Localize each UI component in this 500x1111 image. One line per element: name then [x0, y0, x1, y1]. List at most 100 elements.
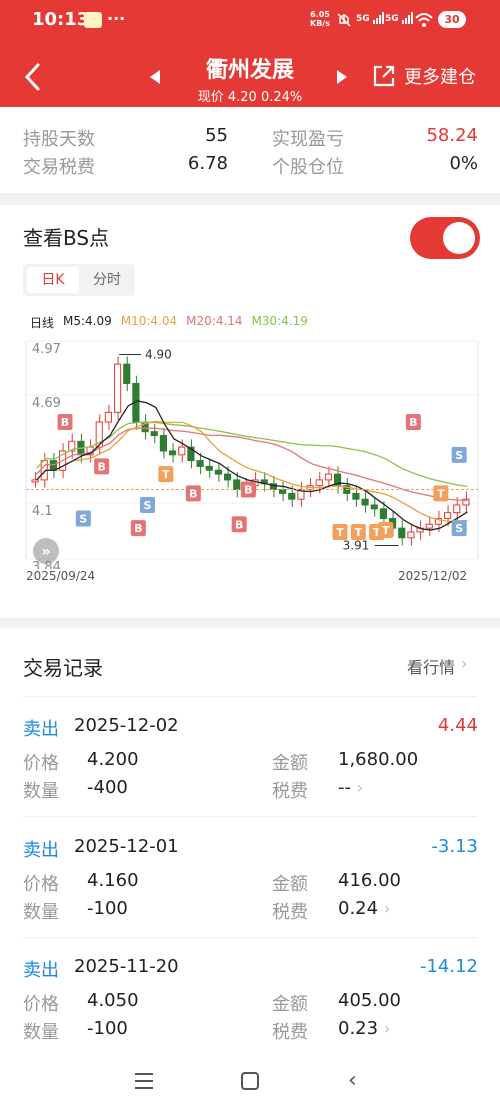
- chart-period-tabs: 日K 分时: [23, 264, 135, 296]
- battery-indicator: 30: [438, 11, 466, 28]
- price-value: 4.200: [87, 749, 139, 770]
- bs-marker-label: T: [162, 468, 170, 481]
- home-icon[interactable]: [241, 1072, 259, 1090]
- candle-body: [233, 479, 241, 491]
- qty-value: -400: [87, 777, 128, 798]
- hold-days-label: 持股天数: [23, 129, 95, 150]
- candle-body: [114, 363, 122, 413]
- bs-points-toggle[interactable]: [410, 217, 480, 259]
- recent-apps-icon[interactable]: [135, 1073, 153, 1094]
- trade-date: 2025-12-02: [74, 715, 179, 736]
- price-label: 价格: [23, 753, 59, 774]
- qty-value: -100: [87, 898, 128, 919]
- trade-date: 2025-11-20: [74, 956, 179, 977]
- bs-marker-label: T: [355, 526, 363, 539]
- fee-amount: --: [338, 777, 351, 798]
- position-ratio-value: 0%: [449, 153, 478, 174]
- bs-marker-label: S: [455, 449, 463, 462]
- y-tick-label: 4.1: [32, 504, 53, 519]
- divider: [23, 696, 477, 697]
- candle-body: [361, 498, 369, 506]
- network-speed-value: 6.05: [310, 10, 330, 19]
- fee-label: 税费: [272, 1022, 308, 1043]
- candle-body: [279, 489, 287, 494]
- candle-body: [224, 473, 232, 481]
- tab-intraday[interactable]: 分时: [81, 267, 133, 293]
- candle-body: [398, 527, 406, 539]
- trade-pnl: -14.12: [419, 956, 478, 977]
- candle-body: [453, 504, 461, 514]
- status-more-icon: ···: [107, 9, 126, 28]
- bs-marker-label: S: [144, 499, 152, 512]
- more-positions-button[interactable]: 更多建仓: [372, 63, 476, 89]
- realized-pnl-label: 实现盈亏: [272, 129, 344, 150]
- bs-marker-label: S: [79, 512, 87, 525]
- candle-body: [370, 504, 378, 510]
- chevron-right-icon: ›: [356, 778, 364, 797]
- candle-body: [178, 446, 186, 456]
- bs-marker-label: B: [189, 487, 197, 500]
- fee-label: 税费: [272, 902, 308, 923]
- legend-line-type: 日线: [30, 316, 55, 330]
- signal-bars-icon: [401, 12, 413, 24]
- trade-pnl: 4.44: [437, 715, 478, 736]
- candle-body: [352, 492, 360, 500]
- app-header: 10:13 ··· 6.05 KB/s 5G 5G 30 衢州发展 现价 4.2…: [0, 0, 500, 107]
- realized-pnl-value: 58.24: [426, 125, 478, 146]
- signal-1-net-label: 5G: [356, 14, 370, 24]
- qty-label: 数量: [23, 1022, 59, 1043]
- y-tick-label: 4.69: [32, 396, 61, 411]
- divider: [23, 937, 477, 938]
- price-value: 4.160: [87, 870, 139, 891]
- bs-points-card: 查看BS点 日K 分时 日线 M5:4.09 M10:4.04 M20:4.14…: [0, 205, 500, 618]
- nav-back-icon[interactable]: ‹: [348, 1068, 357, 1093]
- wifi-icon: [415, 13, 433, 27]
- fee-value[interactable]: -- ›: [338, 777, 363, 798]
- tab-daily-k[interactable]: 日K: [27, 267, 79, 293]
- amount-value: 405.00: [338, 990, 401, 1011]
- bs-marker-label: T: [437, 487, 445, 500]
- bs-marker-label: S: [455, 522, 463, 535]
- trade-type: 卖出: [23, 840, 59, 861]
- chart-end-date: 2025/12/02: [398, 569, 468, 583]
- candle-body: [315, 479, 323, 487]
- candle-body: [104, 411, 113, 423]
- fee-value[interactable]: 0.23 ›: [338, 1018, 390, 1039]
- amount-label: 金额: [272, 994, 308, 1015]
- signal-2-icon: 5G: [385, 12, 414, 28]
- expand-chart-icon: »: [41, 544, 50, 560]
- next-stock-icon[interactable]: [337, 70, 347, 84]
- low-label: 3.91: [343, 538, 370, 552]
- candle-body: [123, 363, 131, 384]
- system-nav-bar: ‹: [0, 1058, 500, 1111]
- trade-pnl: -3.13: [431, 836, 478, 857]
- bs-marker-label: B: [97, 460, 105, 473]
- candle-body: [444, 512, 452, 519]
- chevron-right-icon: ›: [461, 654, 468, 673]
- bs-marker-label: B: [409, 416, 417, 429]
- view-market-label: 看行情: [407, 658, 456, 677]
- trade-records-card: 交易记录 看行情 › 卖出 2025-12-02 4.44 价格 4.200 金…: [0, 628, 500, 1058]
- view-market-link[interactable]: 看行情 ›: [407, 654, 467, 678]
- chart-start-date: 2025/09/24: [26, 569, 96, 583]
- bs-points-title: 查看BS点: [23, 226, 110, 250]
- high-label: 4.90: [145, 348, 172, 362]
- trade-type: 卖出: [23, 960, 59, 981]
- amount-value: 416.00: [338, 870, 401, 891]
- legend-m10: M10:4.04: [120, 314, 178, 328]
- legend-m5: M5:4.09: [63, 314, 112, 328]
- fee-label: 税费: [272, 781, 308, 802]
- bs-marker-label: B: [61, 416, 69, 429]
- kline-chart[interactable]: 4.974.694.13.844.903.91BSBSBTB BBT T T TBTSS…: [0, 333, 500, 569]
- candle-body: [169, 450, 177, 456]
- notification-app-icon: [84, 12, 102, 28]
- position-ratio-label: 个股仓位: [272, 157, 344, 178]
- candle-body: [196, 460, 204, 467]
- signal-1-icon: 5G: [356, 12, 385, 28]
- ma-legend: 日线 M5:4.09 M10:4.04 M20:4.14 M30:4.19: [30, 314, 308, 331]
- position-stats: 持股天数 55 实现盈亏 58.24 交易税费 6.78 个股仓位 0%: [0, 107, 500, 193]
- fee-amount: 0.23: [338, 1018, 379, 1039]
- trade-records-title: 交易记录: [23, 656, 103, 680]
- bs-marker-label: T: [382, 524, 390, 537]
- fee-value[interactable]: 0.24 ›: [338, 898, 390, 919]
